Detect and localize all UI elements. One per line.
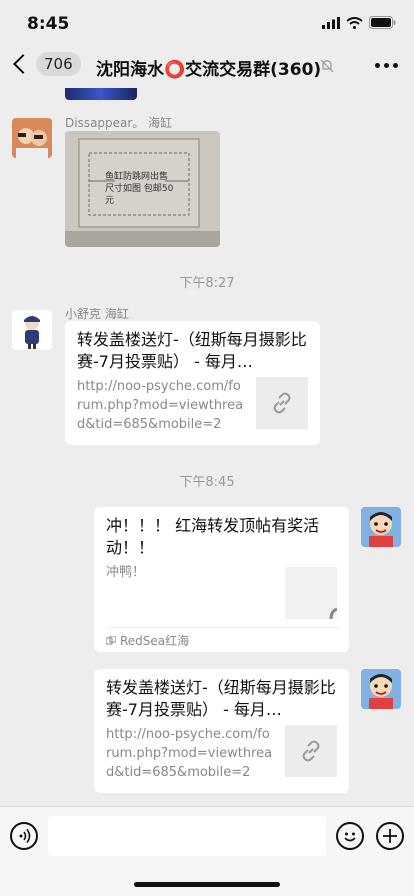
more-button[interactable] <box>375 63 398 68</box>
card-url: http://noo-psyche.com/forum.php?mod=view… <box>77 379 244 432</box>
home-indicator <box>134 882 280 887</box>
card-source-name: RedSea红海 <box>120 634 190 648</box>
card-thumbnail <box>285 725 337 777</box>
battery-icon <box>369 16 396 29</box>
avatar[interactable] <box>12 118 52 158</box>
image-text: 鱼缸防跳网出售 尺寸如图 包邮50 元 <box>105 172 174 206</box>
status-bar: 8:45 <box>0 0 414 44</box>
link-card-message[interactable]: 转发盖楼送灯-（纽斯每月摄影比赛-7月投票贴） - 每月… http://noo… <box>94 669 349 793</box>
avatar[interactable] <box>12 310 52 350</box>
link-icon <box>273 392 291 414</box>
timestamp: 下午8:45 <box>179 475 235 490</box>
unread-badge: 706 <box>36 52 81 76</box>
smiley-icon <box>344 832 356 842</box>
avatar[interactable] <box>361 507 401 547</box>
status-time: 8:45 <box>27 14 70 34</box>
emoji-button[interactable] <box>336 822 364 850</box>
voice-button[interactable] <box>10 822 38 850</box>
bell-slash-icon <box>320 59 334 73</box>
image-message[interactable]: 鱼缸防跳网出售 尺寸如图 包邮50 元 <box>65 131 220 247</box>
voice-icon <box>19 829 31 843</box>
miniprogram-icon <box>106 635 116 644</box>
card-url: http://noo-psyche.com/forum.php?mod=view… <box>106 727 273 780</box>
card-source: RedSea红海 <box>106 632 189 649</box>
loading-icon <box>329 607 337 619</box>
add-button[interactable] <box>376 822 404 850</box>
chat-area[interactable]: Dissappear。 海缸 鱼缸防跳网出售 尺寸如图 包邮50 元 下午8:2… <box>0 88 414 806</box>
chat-title: 沈阳海水⭕交流交易群(360) <box>96 60 322 80</box>
signal-icon <box>322 16 340 29</box>
card-title: 转发盖楼送灯-（纽斯每月摄影比赛-7月投票贴） - 每月… <box>77 330 307 371</box>
wifi-icon <box>346 16 363 29</box>
article-card-message[interactable]: 冲！！！ 红海转发顶帖有奖活动！！ 冲鸭！ RedSea红海 <box>94 507 349 652</box>
partial-image-message[interactable] <box>65 88 137 100</box>
sender-name: Dissappear。 海缸 <box>65 116 173 130</box>
ellipsis-icon <box>375 63 380 68</box>
card-title: 转发盖楼送灯-（纽斯每月摄影比赛-7月投票贴） - 每月… <box>106 678 336 719</box>
timestamp: 下午8:27 <box>179 276 235 291</box>
card-description: 冲鸭！ <box>106 565 146 580</box>
link-icon <box>302 740 320 762</box>
card-divider <box>106 627 339 628</box>
link-card-message[interactable]: 转发盖楼送灯-（纽斯每月摄影比赛-7月投票贴） - 每月… http://noo… <box>65 321 320 445</box>
card-thumbnail <box>256 377 308 429</box>
plus-icon <box>383 829 397 843</box>
avatar[interactable] <box>361 669 401 709</box>
message-input[interactable] <box>48 816 326 856</box>
status-icons <box>322 16 396 29</box>
chevron-left-icon <box>13 54 33 74</box>
nav-bar: 706 沈阳海水⭕交流交易群(360) <box>0 44 414 88</box>
back-button[interactable]: 706 <box>10 52 81 76</box>
card-thumbnail <box>285 567 337 619</box>
card-title: 冲！！！ 红海转发顶帖有奖活动！！ <box>106 516 320 557</box>
sender-name: 小舒克 海缸 <box>65 307 129 321</box>
